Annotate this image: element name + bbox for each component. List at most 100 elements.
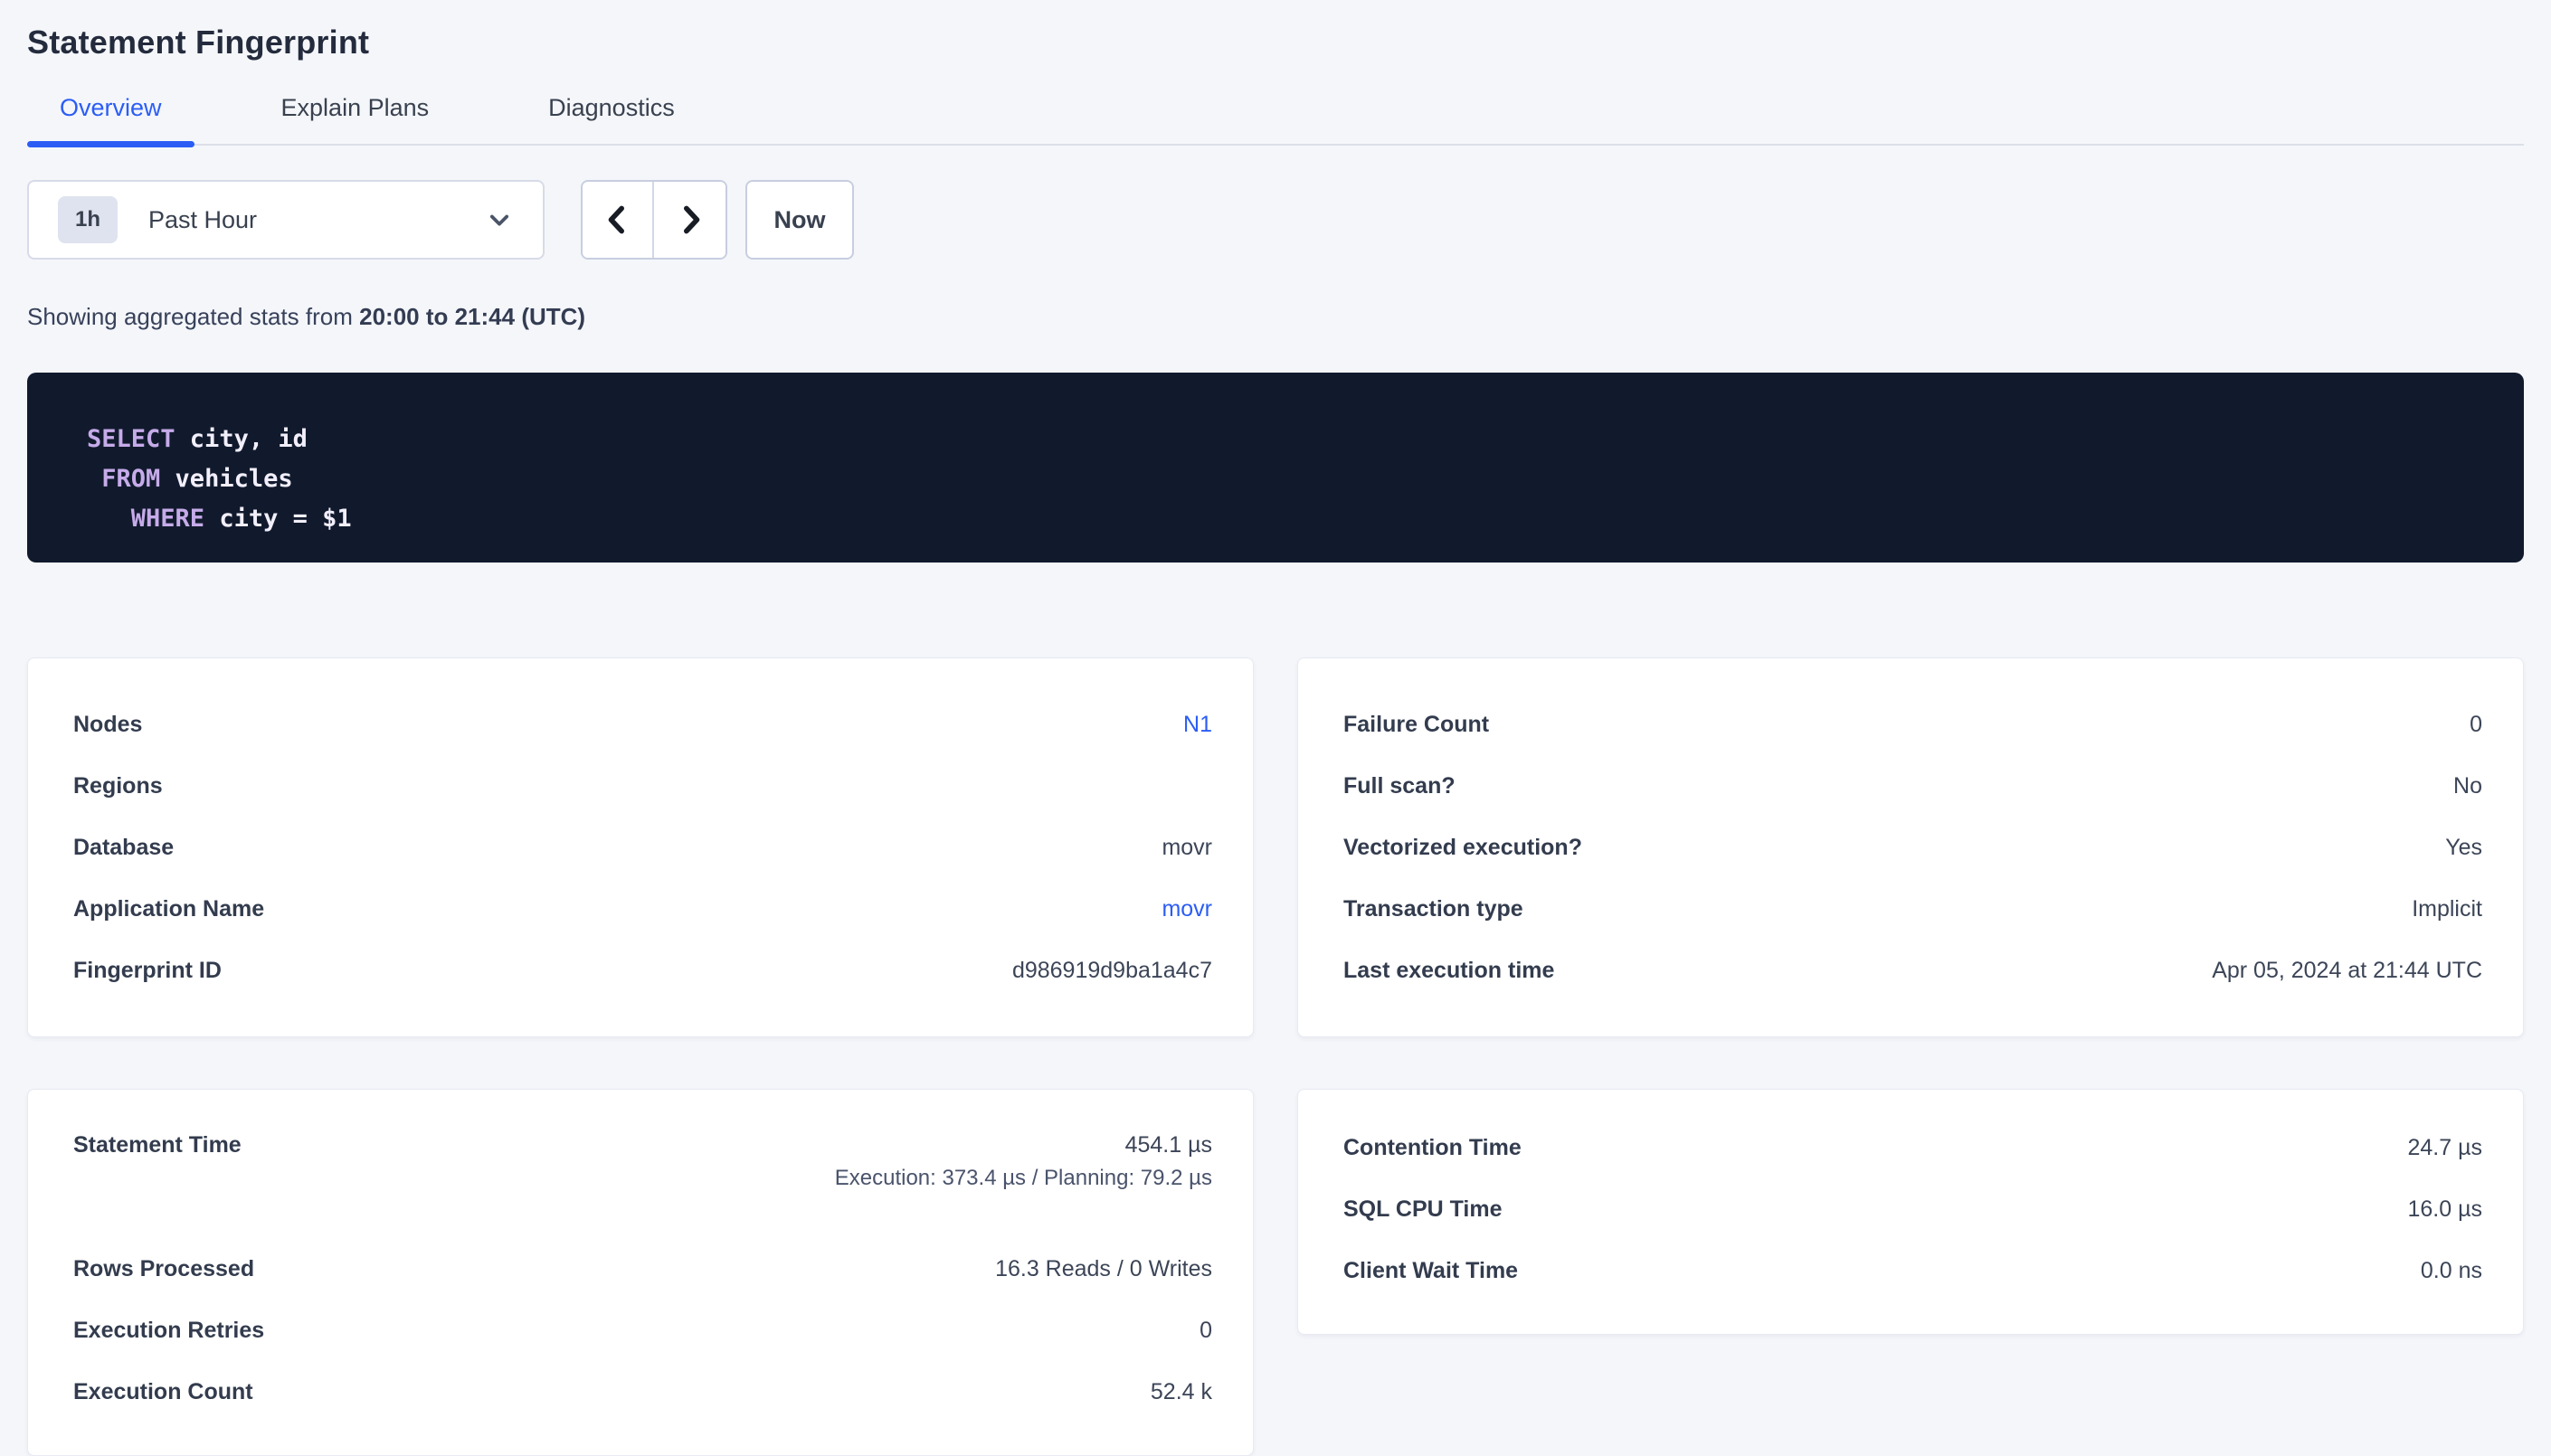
stat-label: Transaction type <box>1343 896 1523 922</box>
time-pager <box>581 180 727 260</box>
statement-timing-card: Statement Time 454.1 µs Execution: 373.4 µ… <box>27 1089 1254 1456</box>
stat-value-wrap: 52.4 k <box>1151 1379 1212 1405</box>
stat-value-wrap: Implicit <box>2412 896 2482 922</box>
sql-statement-box: SELECT city, id FROM vehicles WHERE city… <box>27 373 2524 563</box>
stat-label: Database <box>73 835 174 861</box>
stat-row: Transaction type Implicit <box>1343 878 2482 940</box>
stat-value: Apr 05, 2024 at 21:44 UTC <box>2212 958 2482 984</box>
next-interval-button[interactable] <box>654 182 725 258</box>
stat-label: Last execution time <box>1343 958 1554 984</box>
prev-interval-button[interactable] <box>583 182 654 258</box>
stat-value-wrap: No <box>2453 773 2482 799</box>
execution-attributes-card: Failure Count 0 Full scan? No Vectorized exe… <box>1297 657 2524 1037</box>
stat-label: Fingerprint ID <box>73 958 222 984</box>
sql-keyword: FROM <box>101 465 160 493</box>
stat-row: Fingerprint ID d986919d9ba1a4c7 <box>73 940 1212 1001</box>
stats-line-prefix: Showing aggregated stats from <box>27 303 359 330</box>
stat-label: Nodes <box>73 712 142 738</box>
statement-fingerprint-page: Statement Fingerprint Overview Explain P… <box>0 0 2551 1456</box>
summary-cards-grid: NodesN1RegionsDatabasemovrApplication Na… <box>27 657 2524 1456</box>
stat-value-wrap: 0 <box>2470 712 2482 738</box>
stat-value-wrap: 16.3 Reads / 0 Writes <box>995 1256 1212 1282</box>
stat-row: Rows Processed 16.3 Reads / 0 Writes <box>73 1238 1212 1300</box>
sql-line: FROM vehicles <box>87 459 2464 499</box>
stat-value-wrap: Apr 05, 2024 at 21:44 UTC <box>2212 958 2482 984</box>
stat-value: 24.7 µs <box>2407 1135 2482 1161</box>
page-title: Statement Fingerprint <box>27 24 2524 61</box>
sql-line: SELECT city, id <box>87 420 2464 459</box>
stat-row: Regions <box>73 755 1212 817</box>
stat-value: 16.0 µs <box>2407 1196 2482 1223</box>
aggregated-stats-line: Showing aggregated stats from 20:00 to 2… <box>27 303 2524 331</box>
stat-value-wrap: 454.1 µs Execution: 373.4 µs / Planning: … <box>835 1132 1212 1191</box>
stat-label: SQL CPU Time <box>1343 1196 1503 1223</box>
stat-value-wrap: 24.7 µs <box>2407 1135 2482 1161</box>
now-button[interactable]: Now <box>745 180 854 260</box>
sql-text <box>87 465 101 493</box>
chevron-left-icon <box>600 202 636 238</box>
stat-label: Execution Retries <box>73 1318 264 1344</box>
time-range-select[interactable]: 1h Past Hour <box>27 180 545 260</box>
stat-row: Contention Time 24.7 µs <box>1343 1117 2482 1178</box>
tab-overview[interactable]: Overview <box>27 94 194 144</box>
stat-label: Execution Count <box>73 1379 253 1405</box>
stat-value-wrap: Yes <box>2445 835 2482 861</box>
time-controls: 1h Past Hour Now <box>27 180 2524 260</box>
stat-value-link[interactable]: movr <box>1162 896 1212 922</box>
stat-value-wrap: 16.0 µs <box>2407 1196 2482 1223</box>
stat-value: No <box>2453 773 2482 799</box>
stat-row: Failure Count 0 <box>1343 694 2482 755</box>
stat-row: Nodes N1 <box>73 694 1212 755</box>
stat-subvalue: Execution: 373.4 µs / Planning: 79.2 µs <box>835 1166 1212 1191</box>
stat-value: Yes <box>2445 835 2482 861</box>
stat-row: Statement Time 454.1 µs Execution: 373.4 µ… <box>73 1117 1212 1215</box>
stat-row: Client Wait Time 0.0 ns <box>1343 1240 2482 1301</box>
tab-bar: Overview Explain Plans Diagnostics <box>27 94 2524 146</box>
sql-line: WHERE city = $1 <box>87 499 2464 539</box>
stat-value: 0 <box>1200 1318 1212 1344</box>
statement-details-card: NodesN1RegionsDatabasemovrApplication Na… <box>27 657 1254 1037</box>
chevron-down-icon <box>487 207 512 232</box>
sql-text <box>87 505 131 533</box>
stat-value-wrap: movr <box>1162 896 1212 922</box>
stat-value-wrap: 0 <box>1200 1318 1212 1344</box>
stat-value-wrap: movr <box>1162 835 1212 861</box>
stat-value-wrap: d986919d9ba1a4c7 <box>1012 958 1212 984</box>
stat-row: SQL CPU Time 16.0 µs <box>1343 1178 2482 1240</box>
stat-label: Rows Processed <box>73 1256 254 1282</box>
stat-label: Failure Count <box>1343 712 1489 738</box>
stat-row: Last execution time Apr 05, 2024 at 21:44… <box>1343 940 2482 1001</box>
stat-label: Regions <box>73 773 163 799</box>
stat-label: Contention Time <box>1343 1135 1522 1161</box>
sql-keyword: WHERE <box>131 505 204 533</box>
wait-time-card: Contention Time 24.7 µs SQL CPU Time 16.0 µ… <box>1297 1089 2524 1335</box>
stat-row: Vectorized execution?Yes <box>1343 817 2482 878</box>
chevron-right-icon <box>672 202 708 238</box>
stat-value: 0 <box>2470 712 2482 738</box>
stat-value: 16.3 Reads / 0 Writes <box>995 1256 1212 1282</box>
sql-text: vehicles <box>160 465 292 493</box>
time-range-label: Past Hour <box>148 206 487 234</box>
stat-value: 454.1 µs <box>835 1132 1212 1158</box>
stat-row: Execution Count 52.4 k <box>73 1361 1212 1423</box>
stat-label: Client Wait Time <box>1343 1258 1518 1284</box>
stat-row: Execution Retries 0 <box>73 1300 1212 1361</box>
stat-row: Application Namemovr <box>73 878 1212 940</box>
stat-label: Statement Time <box>73 1132 242 1158</box>
sql-text: city = $1 <box>204 505 352 533</box>
tab-explain-plans[interactable]: Explain Plans <box>249 94 462 144</box>
stat-row: Full scan? No <box>1343 755 2482 817</box>
tab-diagnostics[interactable]: Diagnostics <box>516 94 707 144</box>
stat-value: movr <box>1162 835 1212 861</box>
stat-value: d986919d9ba1a4c7 <box>1012 958 1212 984</box>
stat-value: 0.0 ns <box>2421 1258 2482 1284</box>
sql-text: city, id <box>175 425 308 453</box>
duration-badge: 1h <box>58 196 118 243</box>
stat-value-wrap: N1 <box>1183 712 1212 738</box>
stat-value: Implicit <box>2412 896 2482 922</box>
stat-value: 52.4 k <box>1151 1379 1212 1405</box>
stat-row: Database movr <box>73 817 1212 878</box>
stat-value-link[interactable]: N1 <box>1183 712 1212 738</box>
stat-label: Full scan? <box>1343 773 1456 799</box>
stat-value-wrap: 0.0 ns <box>2421 1258 2482 1284</box>
